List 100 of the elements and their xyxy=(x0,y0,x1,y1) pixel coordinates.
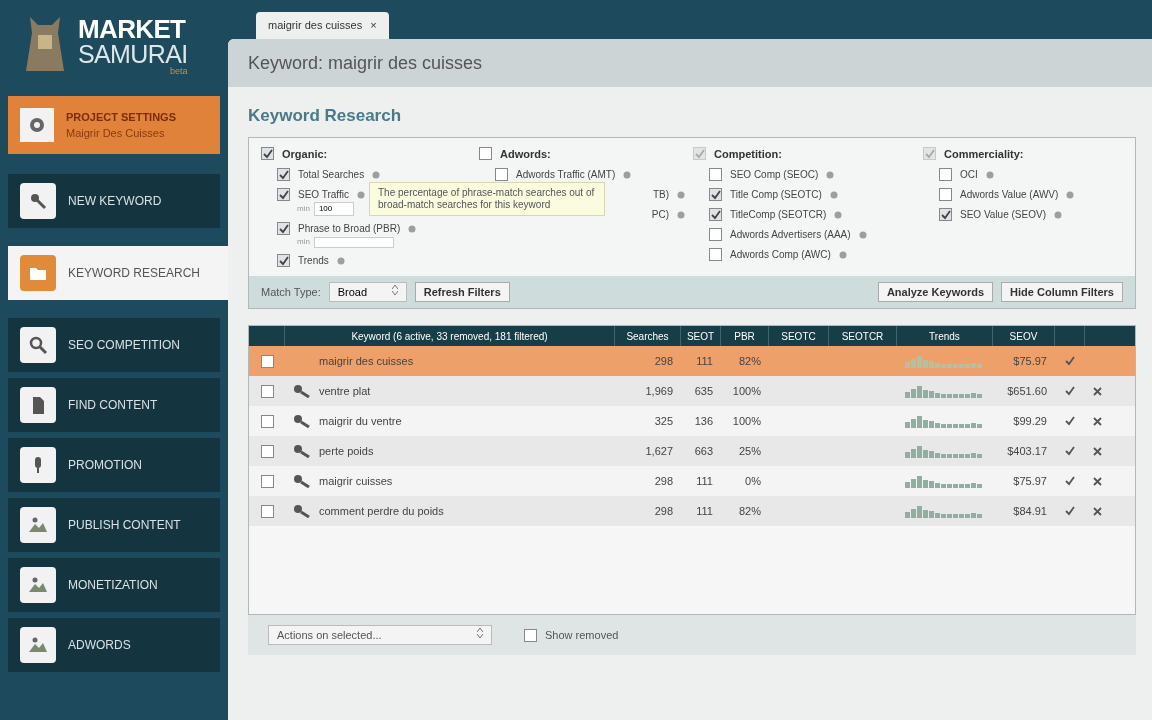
checkbox[interactable] xyxy=(939,168,952,181)
searches-cell-text: 298 xyxy=(653,353,674,369)
table-row[interactable]: ventre plat 1,969 635 100% $651.60 xyxy=(249,376,1135,406)
help-icon[interactable] xyxy=(372,170,381,179)
mic-icon xyxy=(20,447,56,483)
search-icon xyxy=(20,327,56,363)
checkbox[interactable] xyxy=(277,188,290,201)
check-icon[interactable] xyxy=(1065,416,1075,426)
section-title: Keyword Research xyxy=(248,105,403,127)
nav-item[interactable]: PUBLISH CONTENT xyxy=(8,498,220,552)
help-icon[interactable] xyxy=(829,190,838,199)
nav-item[interactable]: SEO COMPETITION xyxy=(8,318,220,372)
checkbox[interactable] xyxy=(260,384,274,398)
checkbox[interactable] xyxy=(709,228,722,241)
checkbox[interactable] xyxy=(524,628,537,642)
checkbox[interactable] xyxy=(277,254,290,267)
remove-icon[interactable] xyxy=(1092,506,1102,516)
min-field[interactable]: 100 xyxy=(313,202,354,216)
checkbox[interactable] xyxy=(709,188,722,201)
checkbox[interactable] xyxy=(261,147,274,161)
filter-label: Total Searches xyxy=(298,168,365,182)
checkbox[interactable] xyxy=(939,188,952,201)
nav-item[interactable]: MONETIZATION xyxy=(8,558,220,612)
key-icon[interactable] xyxy=(293,504,311,518)
help-icon[interactable] xyxy=(677,210,685,219)
key-icon[interactable] xyxy=(293,444,311,458)
nav-item[interactable]: ADWORDS xyxy=(8,618,220,672)
help-icon[interactable] xyxy=(623,170,632,179)
help-icon[interactable] xyxy=(838,250,847,259)
help-icon[interactable] xyxy=(858,230,867,239)
checkbox[interactable] xyxy=(260,414,274,428)
checkbox[interactable] xyxy=(693,147,706,161)
remove-icon[interactable] xyxy=(1092,476,1102,486)
help-icon[interactable] xyxy=(826,170,835,179)
project-name: Maigrir Des Cuisses xyxy=(66,126,166,141)
checkbox[interactable] xyxy=(495,168,508,181)
remove-icon[interactable] xyxy=(1092,386,1102,396)
checkbox[interactable] xyxy=(260,444,274,458)
pbr-cell-text: 25% xyxy=(737,443,762,459)
checkbox[interactable] xyxy=(709,248,722,261)
checkbox[interactable] xyxy=(260,504,274,518)
stepper-icon xyxy=(391,283,398,296)
key-icon[interactable] xyxy=(293,384,311,398)
document-tab[interactable]: maigrir des cuisses × xyxy=(256,12,389,39)
seov-cell-text: $84.91 xyxy=(1012,503,1048,519)
seov-cell-text: $403.17 xyxy=(1006,443,1048,459)
help-icon[interactable] xyxy=(985,170,994,179)
picture-icon xyxy=(20,627,56,663)
filter-label: SEO Comp (SEOC) xyxy=(730,168,819,182)
stepper-icon xyxy=(477,626,483,639)
help-icon[interactable] xyxy=(408,224,417,233)
check-icon[interactable] xyxy=(1065,386,1075,396)
nav-item[interactable]: KEYWORD RESEARCH xyxy=(8,246,228,300)
filter-label: SEO Value (SEOV) xyxy=(960,208,1046,222)
min-field[interactable] xyxy=(313,236,394,248)
filter-label: Title Comp (SEOTC) xyxy=(730,188,822,202)
nav-item[interactable]: FIND CONTENT xyxy=(8,378,220,432)
close-tab-icon[interactable]: × xyxy=(370,17,377,34)
match-type-select[interactable]: Broad xyxy=(328,281,407,303)
nav-item[interactable]: PROMOTION xyxy=(8,438,220,492)
seot-cell-text: 111 xyxy=(695,503,714,519)
key-icon[interactable] xyxy=(293,414,311,428)
checkbox[interactable] xyxy=(277,168,290,181)
refresh-filters-button[interactable]: Refresh Filters xyxy=(414,281,510,303)
checkbox[interactable] xyxy=(709,208,722,221)
searches-cell-text: 298 xyxy=(653,473,674,489)
remove-icon[interactable] xyxy=(1092,446,1102,456)
help-icon[interactable] xyxy=(356,190,365,199)
nav-item[interactable]: NEW KEYWORD xyxy=(8,174,220,228)
help-icon[interactable] xyxy=(677,190,685,199)
checkbox[interactable] xyxy=(479,147,492,161)
gear-icon xyxy=(20,108,54,142)
help-icon[interactable] xyxy=(1053,210,1062,219)
table-row[interactable]: maigrir des cuisses 298 111 82% $75.97 xyxy=(249,346,1135,376)
key-icon[interactable] xyxy=(293,474,311,488)
checkbox[interactable] xyxy=(277,222,290,235)
check-icon[interactable] xyxy=(1065,506,1075,516)
table-row[interactable]: comment perdre du poids 298 111 82% $84.91 xyxy=(249,496,1135,526)
hide-column-filters-button[interactable]: Hide Column Filters xyxy=(1001,281,1123,303)
checkbox[interactable] xyxy=(260,354,274,368)
remove-icon[interactable] xyxy=(1092,416,1102,426)
check-icon[interactable] xyxy=(1065,356,1075,366)
filter-label: TB) xyxy=(652,188,669,202)
checkbox[interactable] xyxy=(939,208,952,221)
check-icon[interactable] xyxy=(1065,446,1075,456)
help-icon[interactable] xyxy=(336,256,345,265)
checkbox[interactable] xyxy=(709,168,722,181)
searches-cell-text: 325 xyxy=(653,413,674,429)
seov-cell-text: $99.29 xyxy=(1012,413,1048,429)
help-icon[interactable] xyxy=(1066,190,1075,199)
analyze-keywords-button[interactable]: Analyze Keywords xyxy=(877,281,994,303)
check-icon[interactable] xyxy=(1065,476,1075,486)
checkbox[interactable] xyxy=(260,474,274,488)
table-row[interactable]: perte poids 1,627 663 25% $403.17 xyxy=(249,436,1135,466)
keyword-cell-text: comment perdre du poids xyxy=(319,503,444,519)
checkbox[interactable] xyxy=(923,147,936,161)
seot-cell-text: 111 xyxy=(695,473,714,489)
actions-select[interactable]: Actions on selected... xyxy=(268,624,492,646)
help-icon[interactable] xyxy=(834,210,843,219)
filter-label: Adwords Traffic (AMT) xyxy=(516,168,616,182)
